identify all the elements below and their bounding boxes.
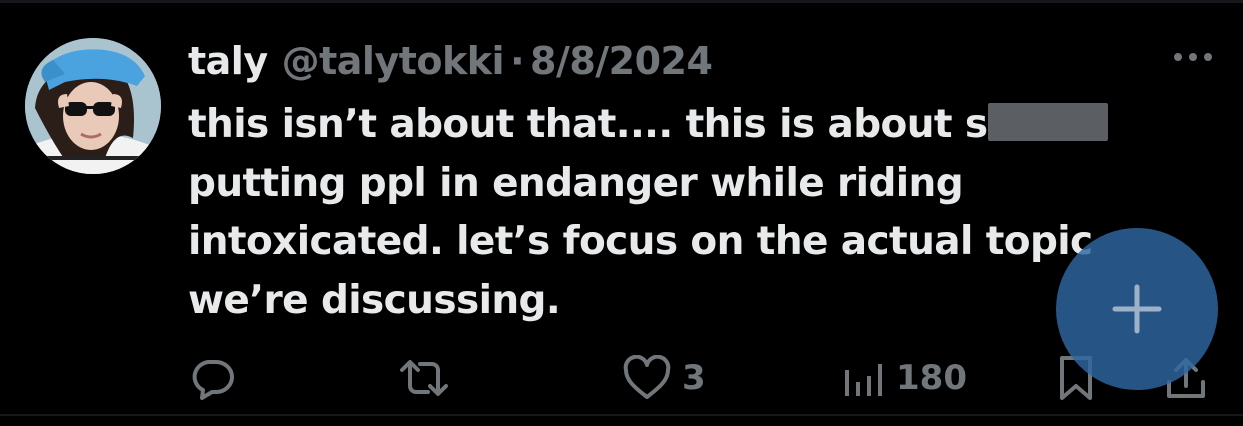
views-chart-icon bbox=[845, 364, 882, 396]
separator-dot: · bbox=[510, 39, 524, 83]
redaction-box bbox=[987, 103, 1108, 141]
action-bar: 3 180 bbox=[0, 350, 1243, 410]
compose-fab-button[interactable] bbox=[1056, 228, 1218, 390]
like-count: 3 bbox=[682, 358, 706, 398]
display-name[interactable]: taly bbox=[188, 36, 268, 86]
plus-icon bbox=[1112, 284, 1162, 334]
tweet-text-line: putting ppl in endanger while riding bbox=[188, 160, 964, 206]
tweet-date[interactable]: 8/8/2024 bbox=[530, 36, 713, 86]
tweet-text-line: this isn’t about that.... this is about … bbox=[188, 96, 1148, 155]
views-button[interactable]: 180 bbox=[842, 350, 967, 406]
views-count: 180 bbox=[896, 358, 967, 398]
more-options-button[interactable] bbox=[1170, 42, 1216, 72]
user-avatar-icon bbox=[25, 38, 161, 174]
heart-icon bbox=[623, 355, 671, 399]
retweet-icon bbox=[400, 360, 448, 396]
tweet-text-line: we’re discussing. bbox=[188, 277, 561, 323]
top-divider bbox=[0, 0, 1243, 3]
tweet-header: taly @talytokki · 8/8/2024 bbox=[188, 36, 713, 86]
retweet-button[interactable] bbox=[398, 350, 450, 406]
tweet-text-line: intoxicated. let’s focus on the actual t… bbox=[188, 219, 1093, 264]
like-button[interactable]: 3 bbox=[622, 350, 706, 406]
bottom-divider bbox=[0, 414, 1243, 416]
reply-button[interactable] bbox=[188, 350, 236, 406]
reply-icon bbox=[192, 360, 234, 400]
more-icon bbox=[1174, 53, 1212, 61]
tweet-text: this isn’t about that.... this is about … bbox=[188, 96, 1148, 330]
avatar[interactable] bbox=[25, 38, 161, 174]
user-handle[interactable]: @talytokki bbox=[282, 36, 505, 86]
